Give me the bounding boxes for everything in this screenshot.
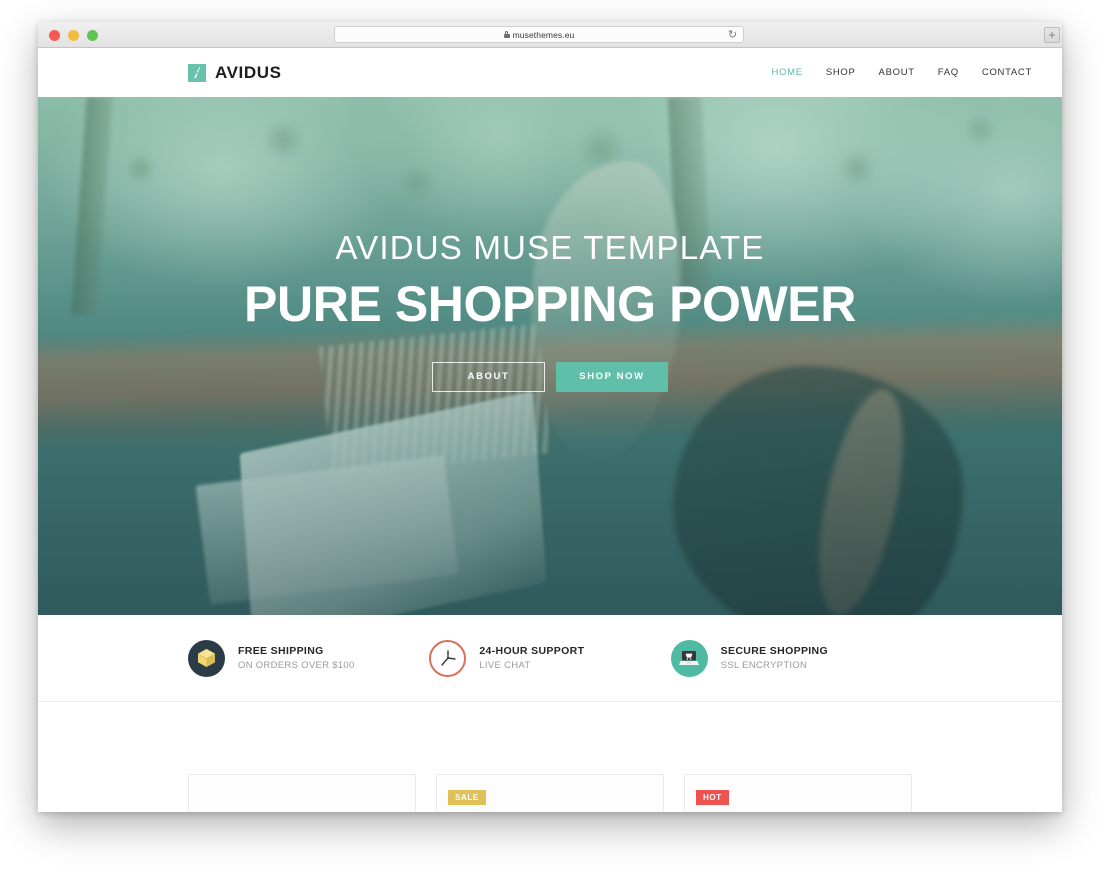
lock-icon bbox=[503, 31, 510, 38]
brand-name: AVIDUS bbox=[215, 62, 282, 82]
main-navigation: HOME SHOP ABOUT FAQ CONTACT bbox=[772, 67, 1033, 78]
nav-item-shop[interactable]: SHOP bbox=[826, 67, 856, 78]
product-grid: SALE HOT bbox=[38, 702, 1062, 812]
new-tab-button[interactable]: + bbox=[1044, 27, 1060, 43]
status-badge-hot: HOT bbox=[696, 790, 729, 805]
feature-subtitle: LIVE CHAT bbox=[479, 660, 531, 671]
feature-subtitle: SSL ENCRYPTION bbox=[720, 660, 808, 671]
page-viewport: AVIDUS HOME SHOP ABOUT FAQ CONTACT AVIDU… bbox=[38, 48, 1062, 812]
feature-free-shipping: FREE SHIPPING ON ORDERS OVER $100 bbox=[188, 639, 429, 677]
address-bar-content: musethemes.eu bbox=[503, 29, 575, 40]
shop-now-button[interactable]: SHOP NOW bbox=[556, 361, 668, 392]
feature-title: SECURE SHOPPING bbox=[720, 645, 829, 657]
features-strip: FREE SHIPPING ON ORDERS OVER $100 24-HOU… bbox=[38, 615, 1062, 702]
feature-subtitle: ON ORDERS OVER $100 bbox=[238, 660, 355, 671]
minimize-window-button[interactable] bbox=[68, 30, 79, 41]
product-card[interactable] bbox=[188, 774, 416, 812]
status-badge-sale: SALE bbox=[448, 790, 486, 805]
hero-section: AVIDUS MUSE TEMPLATE PURE SHOPPING POWER… bbox=[38, 97, 1062, 615]
hero-content: AVIDUS MUSE TEMPLATE PURE SHOPPING POWER… bbox=[38, 97, 1062, 615]
feature-secure-shopping: SECURE SHOPPING SSL ENCRYPTION bbox=[670, 639, 912, 677]
browser-window: musethemes.eu ↻ + AVIDUS HOME SHOP ABOUT… bbox=[38, 22, 1062, 812]
feature-secure-shopping-text: SECURE SHOPPING SSL ENCRYPTION bbox=[721, 645, 828, 671]
avidus-logo-mark-icon bbox=[188, 63, 206, 82]
browser-toolbar: musethemes.eu ↻ + bbox=[38, 22, 1062, 48]
feature-title: FREE SHIPPING bbox=[238, 645, 324, 657]
hero-subtitle: AVIDUS MUSE TEMPLATE bbox=[335, 228, 765, 266]
nav-item-contact[interactable]: CONTACT bbox=[982, 67, 1032, 78]
product-image bbox=[189, 775, 415, 812]
brand-logo[interactable]: AVIDUS bbox=[188, 63, 282, 83]
product-card[interactable]: SALE bbox=[436, 774, 664, 812]
zoom-window-button[interactable] bbox=[87, 30, 98, 41]
window-controls bbox=[49, 30, 98, 41]
nav-item-faq[interactable]: FAQ bbox=[938, 67, 959, 78]
hero-button-group: ABOUT SHOP NOW bbox=[432, 361, 668, 392]
url-text: musethemes.eu bbox=[512, 29, 575, 40]
feature-title: 24-HOUR SUPPORT bbox=[479, 645, 585, 657]
reload-icon[interactable]: ↻ bbox=[727, 30, 738, 41]
hero-title: PURE SHOPPING POWER bbox=[244, 275, 856, 332]
clock-icon bbox=[429, 639, 467, 677]
feature-24-hour-support-text: 24-HOUR SUPPORT LIVE CHAT bbox=[479, 645, 584, 671]
feature-24-hour-support: 24-HOUR SUPPORT LIVE CHAT bbox=[429, 639, 670, 677]
close-window-button[interactable] bbox=[49, 30, 60, 41]
nav-item-about[interactable]: ABOUT bbox=[879, 67, 915, 78]
site-header: AVIDUS HOME SHOP ABOUT FAQ CONTACT bbox=[38, 48, 1062, 97]
laptop-cart-icon bbox=[670, 639, 708, 677]
nav-item-home[interactable]: HOME bbox=[772, 67, 803, 78]
about-button[interactable]: ABOUT bbox=[432, 361, 545, 392]
address-bar[interactable]: musethemes.eu ↻ bbox=[334, 26, 744, 43]
feature-free-shipping-text: FREE SHIPPING ON ORDERS OVER $100 bbox=[238, 645, 355, 671]
package-box-icon bbox=[188, 639, 225, 677]
product-card[interactable]: HOT bbox=[684, 774, 912, 812]
